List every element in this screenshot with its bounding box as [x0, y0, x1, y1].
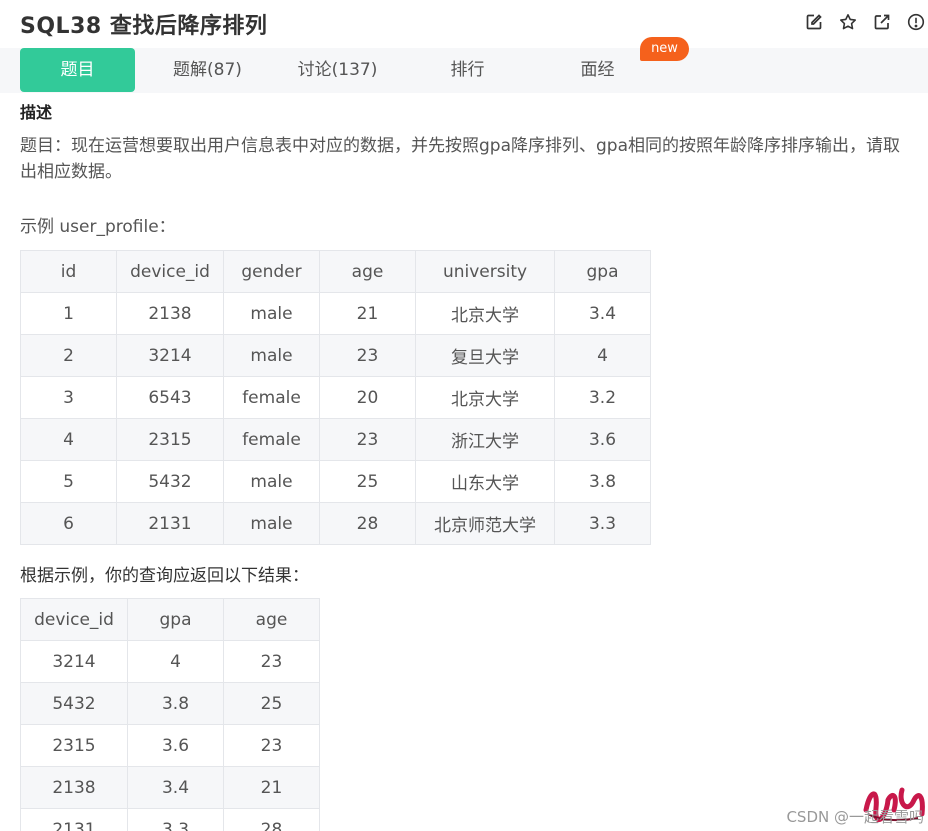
table-row: 5432 3.8 25 [20, 682, 320, 725]
table-header-row: id device_id gender age university gpa [20, 250, 651, 293]
table-cell: 5 [20, 460, 117, 503]
table-cell: 6 [20, 502, 117, 545]
table-cell: female [223, 418, 320, 461]
table-cell: male [223, 292, 320, 335]
table-cell: 21 [319, 292, 416, 335]
table-row: 2138 3.4 21 [20, 766, 320, 809]
csdn-watermark: CSDN @一起看雪吗 [786, 808, 924, 826]
table-cell: 23 [223, 724, 320, 767]
table-cell: 23 [319, 418, 416, 461]
table-cell: 25 [319, 460, 416, 503]
table-cell: 2138 [20, 766, 128, 809]
table-cell: 3.4 [127, 766, 224, 809]
table-row: 1 2138 male 21 北京大学 3.4 [20, 292, 651, 335]
toolbar [792, 10, 928, 34]
table-cell: 4 [554, 334, 651, 377]
table-header: id [20, 250, 117, 293]
tab-solutions[interactable]: 题解(87) [150, 48, 265, 92]
table-cell: 2131 [20, 808, 128, 831]
table-cell: 6543 [116, 376, 224, 419]
example-label: 示例 user_profile： [20, 217, 176, 237]
table-cell: 复旦大学 [415, 334, 555, 377]
table-row: 2315 3.6 23 [20, 724, 320, 767]
table-cell: male [223, 502, 320, 545]
table-header-row: device_id gpa age [20, 598, 320, 641]
tab-bar: 题目 题解(87) 讨论(137) 排行 面经 new [0, 37, 928, 93]
table-cell: 5432 [116, 460, 224, 503]
table-cell: 28 [223, 808, 320, 831]
table-cell: 4 [127, 640, 224, 683]
table-cell: 北京大学 [415, 376, 555, 419]
table-cell: 5432 [20, 682, 128, 725]
table-cell: female [223, 376, 320, 419]
table-cell: 21 [223, 766, 320, 809]
table-cell: 3.6 [127, 724, 224, 767]
table-cell: 4 [20, 418, 117, 461]
result-label: 根据示例，你的查询应返回以下结果： [20, 566, 309, 586]
table-row: 2131 3.3 28 [20, 808, 320, 831]
table-header: university [415, 250, 555, 293]
table-cell: 23 [223, 640, 320, 683]
problem-description: 题目：现在运营想要取出用户信息表中对应的数据，并先按照gpa降序排列、gpa相同… [20, 136, 900, 182]
table-cell: 1 [20, 292, 117, 335]
table-row: 6 2131 male 28 北京师范大学 3.3 [20, 502, 651, 545]
tab-problem[interactable]: 题目 [20, 48, 135, 92]
table-row: 3214 4 23 [20, 640, 320, 683]
edit-icon[interactable] [802, 10, 826, 34]
table-cell: male [223, 334, 320, 377]
table-cell: 3.4 [554, 292, 651, 335]
table-cell: 2 [20, 334, 117, 377]
star-icon[interactable] [836, 10, 860, 34]
table-row: 4 2315 female 23 浙江大学 3.6 [20, 418, 651, 461]
user-profile-table: id device_id gender age university gpa 1… [20, 250, 651, 545]
table-cell: male [223, 460, 320, 503]
table-cell: 3.3 [127, 808, 224, 831]
table-header: age [223, 598, 320, 641]
table-cell: 3.8 [554, 460, 651, 503]
table-cell: 3.8 [127, 682, 224, 725]
table-header: gpa [554, 250, 651, 293]
tab-interview[interactable]: 面经 [540, 48, 655, 92]
table-cell: 23 [319, 334, 416, 377]
table-cell: 3.3 [554, 502, 651, 545]
table-cell: 北京师范大学 [415, 502, 555, 545]
table-row: 5 5432 male 25 山东大学 3.8 [20, 460, 651, 503]
table-cell: 20 [319, 376, 416, 419]
info-icon[interactable] [904, 10, 928, 34]
table-cell: 3214 [116, 334, 224, 377]
table-cell: 3 [20, 376, 117, 419]
table-cell: 浙江大学 [415, 418, 555, 461]
table-cell: 2315 [20, 724, 128, 767]
table-cell: 25 [223, 682, 320, 725]
new-badge: new [640, 37, 689, 61]
header: SQL38 查找后降序排列 [0, 0, 928, 44]
external-link-icon[interactable] [870, 10, 894, 34]
table-cell: 北京大学 [415, 292, 555, 335]
tab-discussion[interactable]: 讨论(137) [275, 48, 400, 92]
page-title: SQL38 查找后降序排列 [20, 14, 268, 39]
table-cell: 山东大学 [415, 460, 555, 503]
table-cell: 3.2 [554, 376, 651, 419]
table-header: device_id [116, 250, 224, 293]
table-header: device_id [20, 598, 128, 641]
table-cell: 3.6 [554, 418, 651, 461]
table-header: gender [223, 250, 320, 293]
table-cell: 2138 [116, 292, 224, 335]
result-table: device_id gpa age 3214 4 23 5432 3.8 25 … [20, 598, 320, 831]
table-cell: 3214 [20, 640, 128, 683]
table-row: 3 6543 female 20 北京大学 3.2 [20, 376, 651, 419]
table-header: gpa [127, 598, 224, 641]
tab-ranking[interactable]: 排行 [410, 48, 525, 92]
table-cell: 2315 [116, 418, 224, 461]
table-cell: 28 [319, 502, 416, 545]
table-header: age [319, 250, 416, 293]
table-cell: 2131 [116, 502, 224, 545]
table-row: 2 3214 male 23 复旦大学 4 [20, 334, 651, 377]
section-title: 描述 [20, 103, 53, 122]
